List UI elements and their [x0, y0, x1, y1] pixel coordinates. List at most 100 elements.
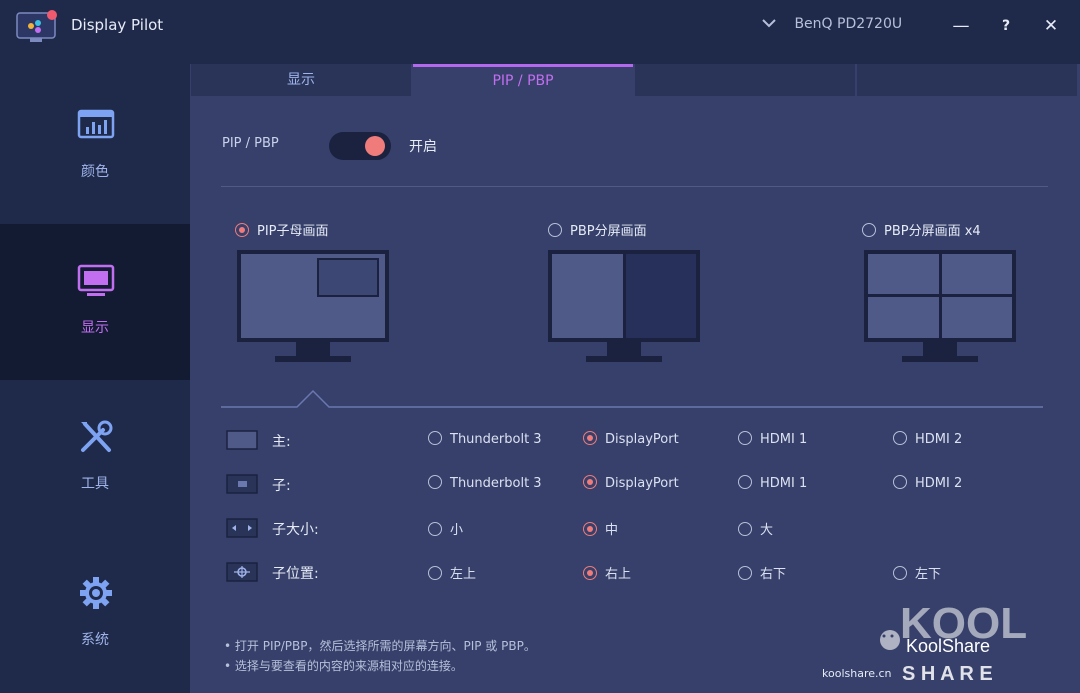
- sidebar-item-label: 显示: [81, 320, 109, 336]
- option-label: HDMI 2: [915, 432, 963, 447]
- tab-pip-pbp[interactable]: PIP / PBP: [413, 64, 633, 96]
- radio[interactable]: [893, 431, 907, 445]
- selection-indicator-line: [221, 389, 1043, 408]
- sub-source-icon: [226, 474, 258, 494]
- monitor-icon: [77, 264, 115, 296]
- radio[interactable]: [893, 566, 907, 580]
- sub-position-label: 子位置:: [272, 566, 319, 582]
- chevron-down-icon: [762, 16, 776, 32]
- option-label: HDMI 1: [760, 432, 808, 447]
- radio[interactable]: [862, 223, 876, 237]
- bar-chart-icon: [77, 109, 115, 139]
- radio[interactable]: [428, 431, 442, 445]
- sub-option-hdmi1[interactable]: HDMI 1: [738, 475, 807, 491]
- main-option-hdmi1[interactable]: HDMI 1: [738, 431, 807, 447]
- app-logo-icon: [16, 10, 57, 42]
- radio[interactable]: [428, 566, 442, 580]
- pbp-monitor-illustration[interactable]: [547, 249, 701, 365]
- monitor-name: BenQ PD2720U: [794, 16, 903, 32]
- watermark-site: koolshare.cn: [822, 667, 892, 680]
- radio[interactable]: [893, 475, 907, 489]
- tab-empty-1[interactable]: [635, 64, 855, 96]
- title-bar: Display Pilot BenQ PD2720U — ? ✕: [0, 0, 1080, 52]
- help-note: • 打开 PIP/PBP，然后选择所需的屏幕方向、PIP 或 PBP。: [224, 639, 536, 653]
- radio-checked[interactable]: [583, 566, 597, 580]
- option-label: 中: [605, 523, 619, 538]
- sidebar-item-color[interactable]: 颜色: [0, 68, 190, 224]
- option-label: DisplayPort: [605, 476, 679, 491]
- radio[interactable]: [428, 522, 442, 536]
- tab-display[interactable]: 显示: [191, 64, 411, 96]
- app-title: Display Pilot: [71, 16, 164, 34]
- size-option-small[interactable]: 小: [428, 519, 463, 538]
- sub-source-label: 子:: [272, 478, 291, 494]
- radio[interactable]: [738, 522, 752, 536]
- mode-pbp-x4[interactable]: PBP分屏画面 x4: [862, 220, 981, 239]
- pip-monitor-illustration[interactable]: [236, 249, 390, 365]
- main-option-displayport[interactable]: DisplayPort: [583, 431, 679, 447]
- option-label: 右下: [760, 567, 787, 582]
- option-label: DisplayPort: [605, 432, 679, 447]
- option-label: HDMI 2: [915, 476, 963, 491]
- help-note: • 选择与要查看的内容的来源相对应的连接。: [224, 659, 463, 673]
- option-label: 小: [450, 523, 464, 538]
- option-label: 大: [760, 523, 774, 538]
- mode-pbp[interactable]: PBP分屏画面: [548, 220, 647, 239]
- sub-option-hdmi2[interactable]: HDMI 2: [893, 475, 962, 491]
- mode-pip[interactable]: PIP子母画面: [235, 220, 329, 239]
- sub-option-thunderbolt3[interactable]: Thunderbolt 3: [428, 475, 542, 491]
- divider: [221, 186, 1048, 187]
- main-source-label: 主:: [272, 434, 291, 450]
- mode-label: PBP分屏画面 x4: [884, 224, 981, 239]
- sidebar-item-label: 工具: [81, 476, 109, 492]
- monitor-selector[interactable]: BenQ PD2720U: [762, 16, 902, 32]
- option-label: HDMI 1: [760, 476, 808, 491]
- option-label: 右上: [605, 567, 632, 582]
- pip-toggle-label: PIP / PBP: [222, 136, 279, 151]
- size-option-large[interactable]: 大: [738, 519, 773, 538]
- tools-icon: [81, 420, 113, 452]
- minimize-button[interactable]: —: [948, 13, 974, 39]
- tab-empty-2[interactable]: [857, 64, 1077, 96]
- radio[interactable]: [428, 475, 442, 489]
- radio[interactable]: [738, 566, 752, 580]
- option-label: Thunderbolt 3: [450, 476, 542, 491]
- radio-checked[interactable]: [583, 522, 597, 536]
- position-option-bottom-right[interactable]: 右下: [738, 563, 786, 582]
- radio[interactable]: [548, 223, 562, 237]
- sidebar-item-label: 颜色: [81, 164, 109, 180]
- size-option-medium[interactable]: 中: [583, 519, 618, 538]
- gear-icon: [80, 577, 112, 609]
- pip-toggle-state: 开启: [409, 139, 437, 155]
- pbp-x4-monitor-illustration[interactable]: [863, 249, 1017, 365]
- toggle-knob: [365, 136, 385, 156]
- main-option-hdmi2[interactable]: HDMI 2: [893, 431, 962, 447]
- pip-toggle[interactable]: [329, 132, 391, 160]
- radio-checked[interactable]: [583, 431, 597, 445]
- koolshare-watermark-logo: KOOL KoolShare S H A R E: [880, 599, 1027, 685]
- radio[interactable]: [738, 475, 752, 489]
- help-notes: • 打开 PIP/PBP，然后选择所需的屏幕方向、PIP 或 PBP。 • 选择…: [224, 636, 536, 676]
- main-source-icon: [226, 430, 258, 450]
- option-label: Thunderbolt 3: [450, 432, 542, 447]
- close-button[interactable]: ✕: [1038, 13, 1064, 39]
- option-label: 左上: [450, 567, 477, 582]
- watermark-brand: KoolShare: [906, 636, 990, 656]
- watermark-letters: S H A R E: [902, 663, 993, 685]
- position-option-bottom-left[interactable]: 左下: [893, 563, 941, 582]
- sub-option-displayport[interactable]: DisplayPort: [583, 475, 679, 491]
- mode-label: PIP子母画面: [257, 224, 329, 239]
- sub-size-label: 子大小:: [272, 522, 319, 538]
- position-option-top-right[interactable]: 右上: [583, 563, 631, 582]
- position-option-top-left[interactable]: 左上: [428, 563, 476, 582]
- radio-checked[interactable]: [583, 475, 597, 489]
- help-button[interactable]: ?: [993, 13, 1019, 39]
- sub-position-icon: [226, 562, 258, 582]
- radio-checked[interactable]: [235, 223, 249, 237]
- sidebar-item-label: 系统: [81, 632, 109, 648]
- sidebar-item-display[interactable]: 显示: [0, 224, 190, 380]
- radio[interactable]: [738, 431, 752, 445]
- sidebar-item-tools[interactable]: 工具: [0, 380, 190, 536]
- main-option-thunderbolt3[interactable]: Thunderbolt 3: [428, 431, 542, 447]
- sidebar-item-system[interactable]: 系统: [0, 536, 190, 692]
